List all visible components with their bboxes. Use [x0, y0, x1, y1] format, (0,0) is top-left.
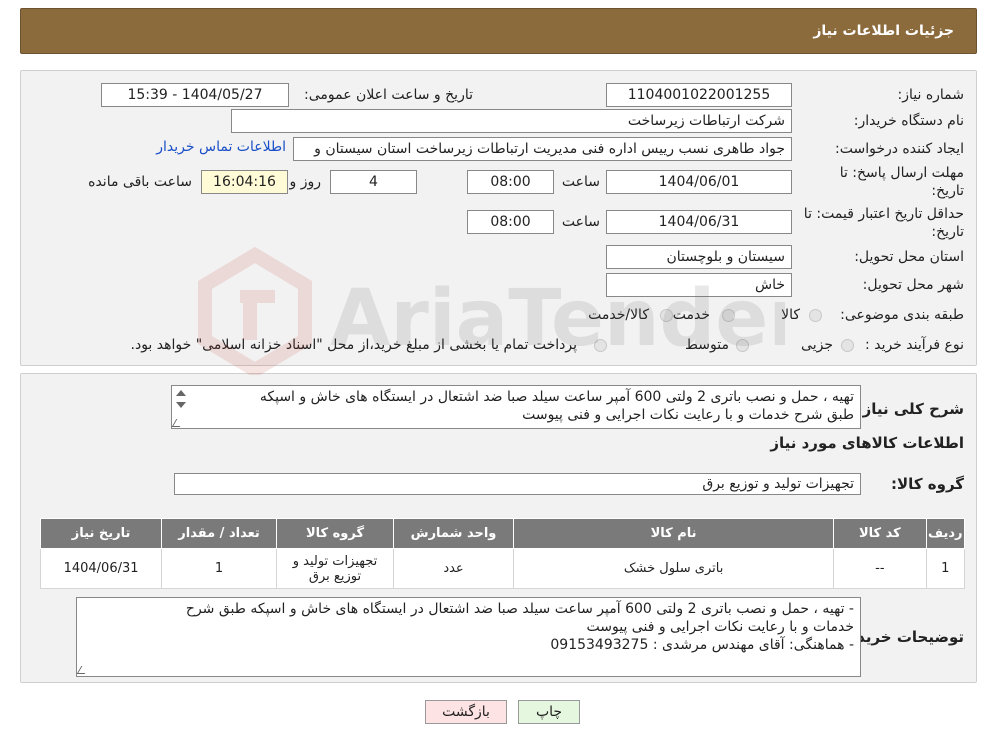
city-label: شهر محل تحویل:	[862, 277, 964, 293]
col-code: کد کالا	[833, 518, 927, 549]
province-field: سیستان و بلوچستان	[606, 245, 792, 269]
process-radio-minor[interactable]	[841, 339, 854, 352]
summary-label: شرح کلی نیاز:	[856, 400, 964, 418]
goods-info-title: اطلاعات کالاهای مورد نیاز	[770, 434, 964, 452]
deadline-label: مهلت ارسال پاسخ: تا	[839, 165, 964, 181]
print-button[interactable]: چاپ	[518, 700, 580, 724]
page-header: جزئیات اطلاعات نیاز	[20, 8, 977, 54]
category-radio-goods[interactable]	[809, 309, 822, 322]
goods-group-field: تجهیزات تولید و توزیع برق	[174, 473, 861, 495]
cell-name: باتری سلول خشک	[513, 548, 835, 589]
need-number-label: شماره نیاز:	[897, 87, 965, 103]
buyer-notes-textarea[interactable]: - تهیه ، حمل و نصب باتری 2 ولتی 600 آمپر…	[76, 597, 861, 677]
col-row: ردیف	[925, 518, 965, 549]
goods-table-header: ردیف کد کالا نام کالا واحد شمارش گروه کا…	[39, 518, 965, 549]
remaining-time-field: 16:04:16	[201, 170, 288, 194]
days-field: 4	[330, 170, 417, 194]
page-title: جزئیات اطلاعات نیاز	[813, 23, 954, 39]
back-button[interactable]: بازگشت	[425, 700, 507, 724]
summary-line-2: طبق شرح خدمات و با رعایت نکات اجرایی و ف…	[522, 407, 854, 423]
validity-time-label: ساعت	[561, 214, 600, 230]
creator-field: جواد طاهری نسب رییس اداره فنی مدیریت ارت…	[293, 137, 792, 161]
days-label: روز و	[289, 174, 322, 190]
announce-label: تاریخ و ساعت اعلان عمومی:	[304, 87, 473, 103]
cell-code: --	[833, 548, 927, 589]
process-radio-medium[interactable]	[736, 339, 749, 352]
validity-label-date: تاریخ:	[931, 224, 964, 240]
col-date: تاریخ نیاز	[39, 518, 163, 549]
deadline-time-label: ساعت	[561, 174, 600, 190]
need-info-panel: شماره نیاز: 1104001022001255 تاریخ و ساع…	[20, 70, 977, 366]
table-row: 1 -- باتری سلول خشک عدد تجهیزات تولید و …	[39, 548, 965, 589]
province-label: استان محل تحویل:	[854, 249, 964, 265]
notes-line-3: - هماهنگی: آقای مهندس مرشدی : 0915349327…	[550, 637, 854, 653]
process-option-medium: متوسط	[685, 337, 729, 353]
category-option-goods: کالا	[781, 307, 800, 323]
goods-panel: شرح کلی نیاز: تهیه ، حمل و نصب باتری 2 و…	[20, 373, 977, 683]
col-group: گروه کالا	[276, 518, 394, 549]
goods-table: ردیف کد کالا نام کالا واحد شمارش گروه کا…	[39, 518, 965, 589]
buyer-contact-link[interactable]: اطلاعات تماس خریدار	[156, 139, 286, 155]
summary-textarea[interactable]: تهیه ، حمل و نصب باتری 2 ولتی 600 آمپر س…	[171, 385, 861, 429]
remaining-label: ساعت باقی مانده	[88, 174, 192, 190]
cell-group: تجهیزات تولید و توزیع برق	[276, 548, 394, 589]
validity-label: حداقل تاریخ اعتبار قیمت: تا	[803, 206, 964, 222]
creator-label: ایجاد کننده درخواست:	[835, 141, 964, 157]
col-unit: واحد شمارش	[392, 518, 515, 549]
announce-field: 1404/05/27 - 15:39	[101, 83, 289, 107]
process-radio-treasury[interactable]	[594, 339, 607, 352]
city-field: خاش	[606, 273, 792, 297]
col-name: نام کالا	[513, 518, 835, 549]
buyer-field: شرکت ارتباطات زیرساخت	[231, 109, 792, 133]
process-note: پرداخت تمام یا بخشی از مبلغ خرید،از محل …	[130, 337, 577, 353]
goods-group-label: گروه کالا:	[891, 475, 964, 493]
need-number-field: 1104001022001255	[606, 83, 792, 107]
validity-time-field: 08:00	[467, 210, 554, 234]
process-option-minor: جزیی	[801, 337, 833, 353]
category-label: طبقه بندی موضوعی:	[840, 307, 964, 323]
deadline-date-field: 1404/06/01	[606, 170, 792, 194]
resize-grip-icon[interactable]	[77, 666, 90, 674]
buyer-label: نام دستگاه خریدار:	[853, 113, 964, 129]
summary-line-1: تهیه ، حمل و نصب باتری 2 ولتی 600 آمپر س…	[259, 389, 854, 405]
category-option-goods-service: کالا/خدمت	[588, 307, 649, 323]
notes-line-2: خدمات و با رعایت نکات اجرایی و فنی پیوست	[586, 619, 854, 635]
cell-unit: عدد	[392, 548, 515, 589]
category-option-service: خدمت	[672, 307, 710, 323]
process-label: نوع فرآیند خرید :	[865, 337, 964, 353]
category-radio-service[interactable]	[722, 309, 735, 322]
cell-qty: 1	[161, 548, 278, 589]
validity-date-field: 1404/06/31	[606, 210, 792, 234]
cell-date: 1404/06/31	[39, 548, 163, 589]
category-radio-goods-service[interactable]	[660, 309, 673, 322]
col-qty: تعداد / مقدار	[161, 518, 278, 549]
cell-row: 1	[925, 548, 965, 589]
deadline-time-field: 08:00	[467, 170, 554, 194]
notes-line-1: - تهیه ، حمل و نصب باتری 2 ولتی 600 آمپر…	[185, 601, 854, 617]
deadline-label-date: تاریخ:	[931, 183, 964, 199]
